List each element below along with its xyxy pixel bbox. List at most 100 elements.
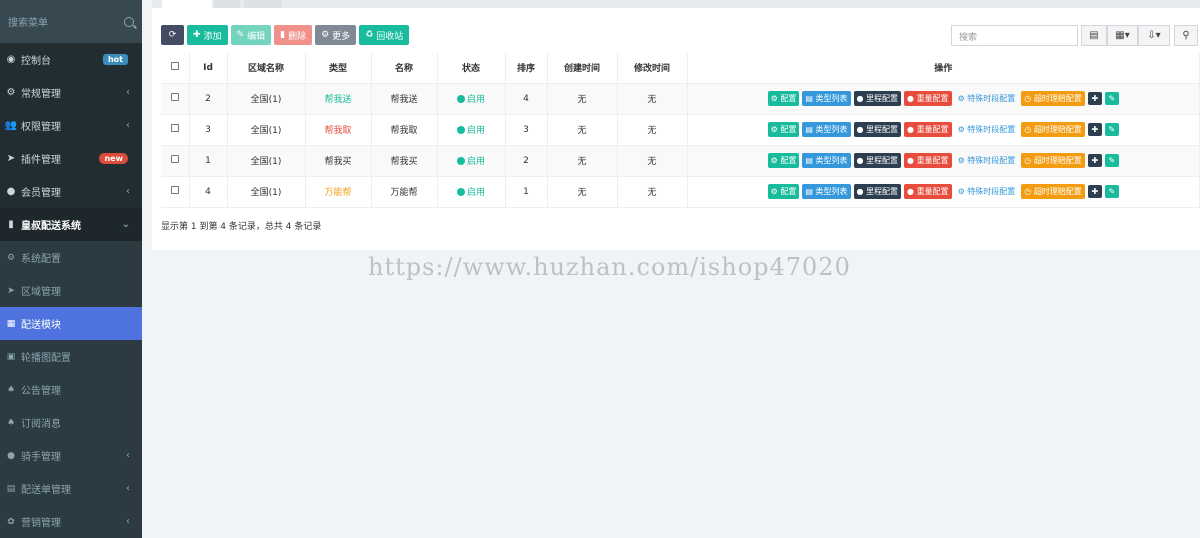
op-button-3[interactable]: ● 重量配置 <box>904 91 952 106</box>
sidebar-subitem-3[interactable]: ▣ 轮播图配置 <box>0 340 142 373</box>
cell-status[interactable]: 启用 <box>437 176 506 208</box>
checkbox-icon[interactable] <box>170 155 179 163</box>
table-search-input[interactable]: 搜索 <box>951 25 1078 46</box>
sidebar-subitem-7[interactable]: ▤ 配送单管理 ‹ <box>0 472 142 505</box>
drag-button[interactable]: ✚ <box>1087 185 1102 198</box>
sidebar-subitem-2[interactable]: ▦ 配送模块 <box>0 307 142 340</box>
op-button-5[interactable]: ◷ 超时理赔配置 <box>1021 184 1085 199</box>
op-button-0[interactable]: ⚙ 配置 <box>767 91 800 106</box>
select-all-checkbox[interactable] <box>161 53 190 84</box>
op-button-4[interactable]: ⚙ 特殊时段配置 <box>955 122 1019 137</box>
sidebar-subitem-8[interactable]: ✿ 营销管理 ‹ <box>0 505 142 538</box>
op-button-5[interactable]: ◷ 超时理赔配置 <box>1021 153 1085 168</box>
sidebar-subitem-label: 系统配置 <box>21 254 61 265</box>
more-button[interactable]: ⚙ 更多 <box>315 25 357 45</box>
drag-button[interactable]: ✚ <box>1087 92 1102 105</box>
cell-status[interactable]: 启用 <box>437 145 506 177</box>
sidebar-item-1[interactable]: ⚙ 常规管理 ‹ <box>0 76 142 109</box>
sidebar-item-0[interactable]: ◉ 控制台 hot <box>0 43 142 76</box>
tab-3[interactable] <box>244 0 282 8</box>
op-button-1[interactable]: ▤ 类型列表 <box>802 184 851 199</box>
op-button-2[interactable]: ● 里程配置 <box>853 184 902 199</box>
row-checkbox[interactable] <box>161 83 190 115</box>
advanced-search-button[interactable]: ⚲ <box>1174 25 1198 46</box>
sidebar-item-5[interactable]: ▮ 皇叔配送系统 ⌄ <box>0 208 142 241</box>
watermark: https://www.huzhan.com/ishop47020 <box>368 253 851 281</box>
refresh-button[interactable]: ⟳ <box>161 25 184 45</box>
op-button-2[interactable]: ● 里程配置 <box>853 91 902 106</box>
col-id[interactable]: Id <box>189 53 228 84</box>
edit-label: 编辑 <box>247 31 266 42</box>
status-dot-icon <box>456 126 465 134</box>
add-button[interactable]: ✚ 添加 <box>187 25 228 45</box>
col-sort[interactable]: 排序 <box>505 53 548 84</box>
row-checkbox[interactable] <box>161 176 190 208</box>
cell-created: 无 <box>547 114 618 146</box>
sidebar-item-2[interactable]: 👥 权限管理 ‹ <box>0 109 142 142</box>
edit-row-button[interactable]: ✎ <box>1104 154 1119 167</box>
sidebar-subitem-1[interactable]: ➤ 区域管理 <box>0 274 142 307</box>
op-button-3[interactable]: ● 重量配置 <box>904 122 952 137</box>
col-created[interactable]: 创建时间 <box>547 53 618 84</box>
row-checkbox[interactable] <box>161 114 190 146</box>
pencil-icon: ✎ <box>1108 156 1116 165</box>
op-button-2[interactable]: ● 里程配置 <box>853 122 902 137</box>
cell-status[interactable]: 启用 <box>437 83 506 115</box>
col-modified[interactable]: 修改时间 <box>617 53 688 84</box>
recycle-button[interactable]: ♻ 回收站 <box>359 25 410 45</box>
op-button-0[interactable]: ⚙ 配置 <box>767 122 800 137</box>
op-button-2[interactable]: ● 里程配置 <box>853 153 902 168</box>
toggle-view-button[interactable]: ▤ <box>1081 25 1107 46</box>
sidebar-item-3[interactable]: ➤ 插件管理 new <box>0 142 142 175</box>
sidebar-subitem-0[interactable]: ⚙ 系统配置 <box>0 241 142 274</box>
op-button-3[interactable]: ● 重量配置 <box>904 153 952 168</box>
sidebar-subitem-6[interactable]: ● 骑手管理 ‹ <box>0 439 142 472</box>
sidebar-subitem-4[interactable]: ♠ 公告管理 <box>0 373 142 406</box>
delete-button[interactable]: ▮ 删除 <box>274 25 313 45</box>
sidebar-search-input[interactable]: 搜索菜单 <box>8 14 124 29</box>
circle-icon: ● <box>907 125 915 134</box>
op-button-5[interactable]: ◷ 超时理赔配置 <box>1021 91 1085 106</box>
sidebar-subitem-5[interactable]: ♠ 订阅消息 <box>0 406 142 439</box>
sidebar-item-4[interactable]: ● 会员管理 ‹ <box>0 175 142 208</box>
table-row[interactable]: 1 全国(1) 帮我买 帮我买 启用 2 无无 ⚙ 配置 ▤ 类型列表 ● 里程配置 ● 重量配置 ⚙… <box>161 145 1200 177</box>
op-button-4[interactable]: ⚙ 特殊时段配置 <box>955 91 1019 106</box>
drag-button[interactable]: ✚ <box>1087 123 1102 136</box>
checkbox-icon[interactable] <box>170 186 179 194</box>
checkbox-icon[interactable] <box>170 124 179 132</box>
edit-row-button[interactable]: ✎ <box>1104 92 1119 105</box>
op-button-5[interactable]: ◷ 超时理赔配置 <box>1021 122 1085 137</box>
edit-row-button[interactable]: ✎ <box>1104 123 1119 136</box>
status-dot-icon <box>456 188 465 196</box>
table-row[interactable]: 4 全国(1) 万能帮 万能帮 启用 1 无无 ⚙ 配置 ▤ 类型列表 ● 里程配置 ● 重量配置 ⚙… <box>161 176 1200 208</box>
table-row[interactable]: 3 全国(1) 帮我取 帮我取 启用 3 无无 ⚙ 配置 ▤ 类型列表 ● 里程配置 ● 重量配置 ⚙… <box>161 114 1200 146</box>
cell-status[interactable]: 启用 <box>437 114 506 146</box>
edit-row-button[interactable]: ✎ <box>1104 185 1119 198</box>
col-status[interactable]: 状态 <box>437 53 506 84</box>
sidebar-search[interactable]: 搜索菜单 <box>0 0 142 43</box>
chevron-icon: ⌄ <box>121 219 130 230</box>
table-row[interactable]: 2 全国(1) 帮我送 帮我送 启用 4 无无 ⚙ 配置 ▤ 类型列表 ● 里程配置 ● 重量配置 ⚙… <box>161 83 1200 115</box>
col-name[interactable]: 名称 <box>371 53 438 84</box>
export-button[interactable]: ⇩▾ <box>1138 25 1170 46</box>
tab-2[interactable] <box>214 0 240 8</box>
columns-button[interactable]: ▦▾ <box>1107 25 1138 46</box>
col-type[interactable]: 类型 <box>305 53 372 84</box>
edit-button[interactable]: ✎ 编辑 <box>230 25 272 45</box>
drag-button[interactable]: ✚ <box>1087 154 1102 167</box>
checkbox-icon[interactable] <box>170 62 179 71</box>
table-header-row: Id 区域名称 类型 名称 状态 排序 创建时间 修改时间 操作 <box>161 53 1200 84</box>
col-area[interactable]: 区域名称 <box>227 53 306 84</box>
op-button-0[interactable]: ⚙ 配置 <box>767 184 800 199</box>
row-checkbox[interactable] <box>161 145 190 177</box>
op-button-4[interactable]: ⚙ 特殊时段配置 <box>955 153 1019 168</box>
op-button-1[interactable]: ▤ 类型列表 <box>802 122 851 137</box>
op-button-4[interactable]: ⚙ 特殊时段配置 <box>955 184 1019 199</box>
op-button-1[interactable]: ▤ 类型列表 <box>802 153 851 168</box>
op-button-3[interactable]: ● 重量配置 <box>904 184 952 199</box>
checkbox-icon[interactable] <box>170 93 179 101</box>
op-button-1[interactable]: ▤ 类型列表 <box>802 91 851 106</box>
search-icon[interactable] <box>124 16 134 27</box>
tab-active[interactable] <box>162 0 212 8</box>
op-button-0[interactable]: ⚙ 配置 <box>767 153 800 168</box>
